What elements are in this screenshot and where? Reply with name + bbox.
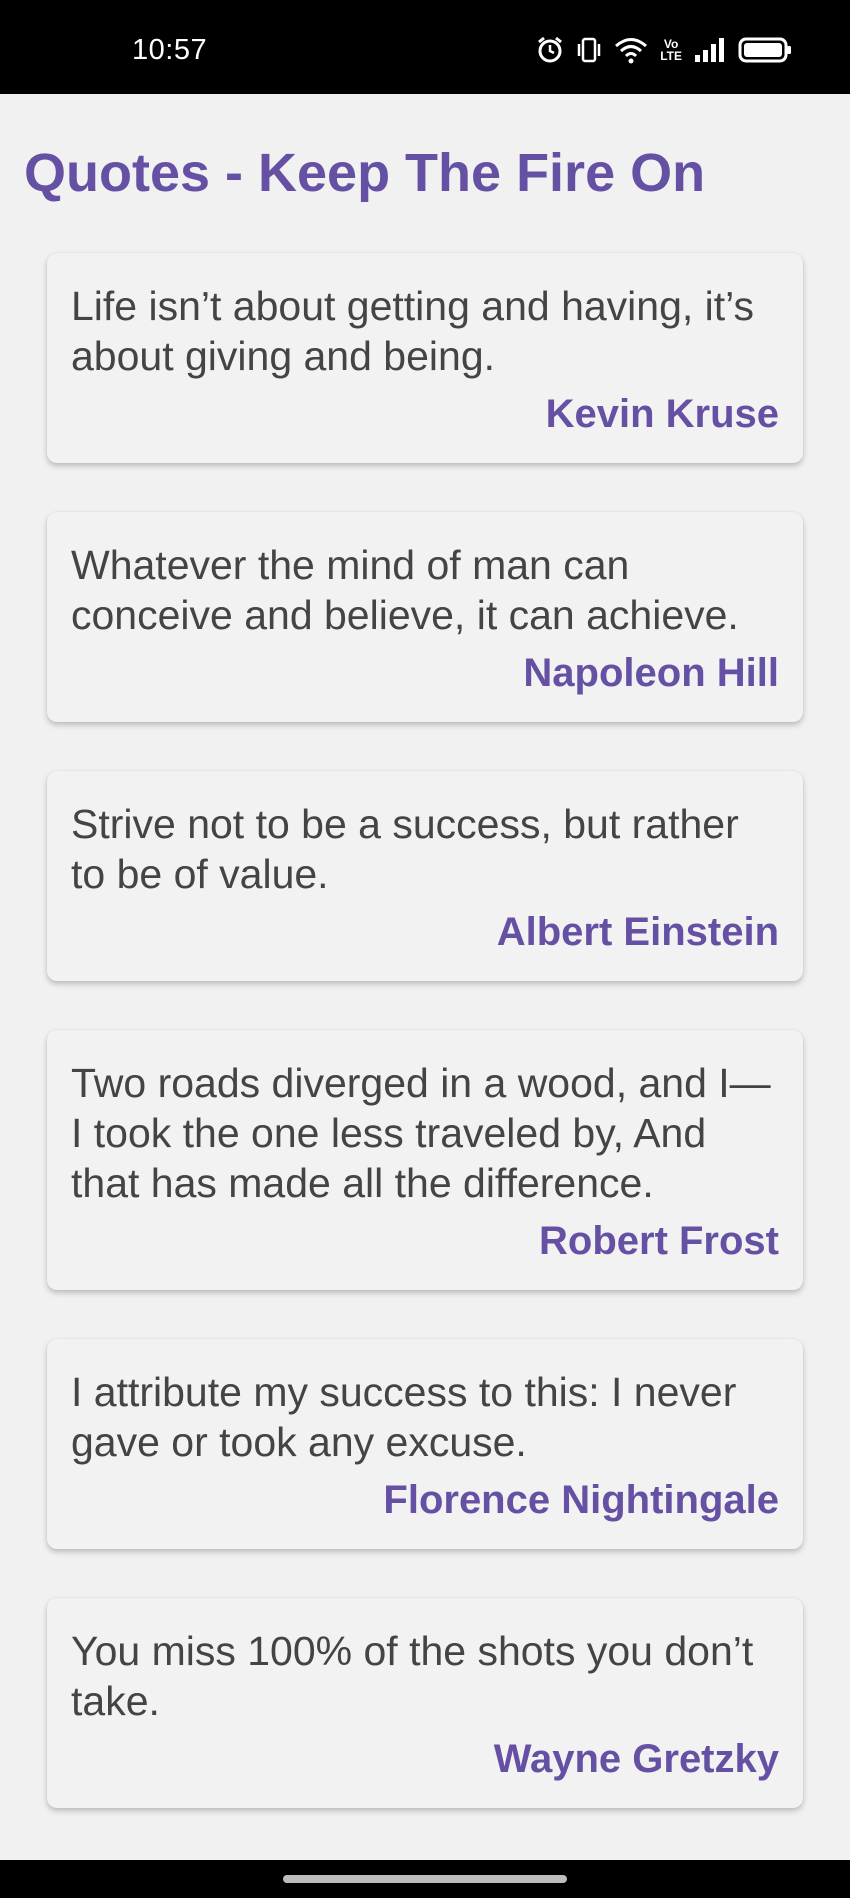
quote-card[interactable]: Strive not to be a success, but rather t… xyxy=(47,771,803,981)
battery-icon xyxy=(738,37,792,63)
main-content[interactable]: Quotes - Keep The Fire On Life isn’t abo… xyxy=(0,94,850,1860)
quote-author: Napoleon Hill xyxy=(523,651,779,695)
home-gesture-handle[interactable] xyxy=(283,1875,567,1883)
volte-line2: LTE xyxy=(660,49,682,63)
status-time: 10:57 xyxy=(132,34,208,66)
wifi-icon xyxy=(614,36,648,64)
quote-author: Robert Frost xyxy=(539,1219,779,1263)
navigation-bar xyxy=(0,1860,850,1898)
quote-card[interactable]: You miss 100% of the shots you don’t tak… xyxy=(47,1598,803,1808)
vibrate-icon xyxy=(576,36,602,64)
quote-text: You miss 100% of the shots you don’t tak… xyxy=(71,1628,754,1724)
quote-card[interactable]: Whatever the mind of man can conceive an… xyxy=(47,512,803,722)
quote-text: Whatever the mind of man can conceive an… xyxy=(71,542,739,638)
volte-icon: Vo LTE xyxy=(660,38,682,62)
quote-card[interactable]: Two roads diverged in a wood, and I—I to… xyxy=(47,1030,803,1290)
quote-card[interactable]: I attribute my success to this: I never … xyxy=(47,1339,803,1549)
quote-author: Albert Einstein xyxy=(496,910,779,954)
status-bar: 10:57 Vo LTE xyxy=(0,0,850,94)
alarm-icon xyxy=(536,36,564,64)
quote-text: Two roads diverged in a wood, and I—I to… xyxy=(71,1060,771,1206)
quote-card[interactable]: Life isn’t about getting and having, it’… xyxy=(47,253,803,463)
page-title: Quotes - Keep The Fire On xyxy=(24,143,706,203)
status-icons: Vo LTE xyxy=(536,36,792,64)
quote-author: Kevin Kruse xyxy=(545,392,779,436)
quote-list[interactable]: Life isn’t about getting and having, it’… xyxy=(47,253,803,1857)
quote-text: Life isn’t about getting and having, it’… xyxy=(71,283,755,379)
quote-text: Strive not to be a success, but rather t… xyxy=(71,801,739,897)
quote-text: I attribute my success to this: I never … xyxy=(71,1369,737,1465)
quote-author: Wayne Gretzky xyxy=(493,1737,779,1781)
cell-signal-icon xyxy=(694,37,726,63)
quote-author: Florence Nightingale xyxy=(383,1478,779,1522)
